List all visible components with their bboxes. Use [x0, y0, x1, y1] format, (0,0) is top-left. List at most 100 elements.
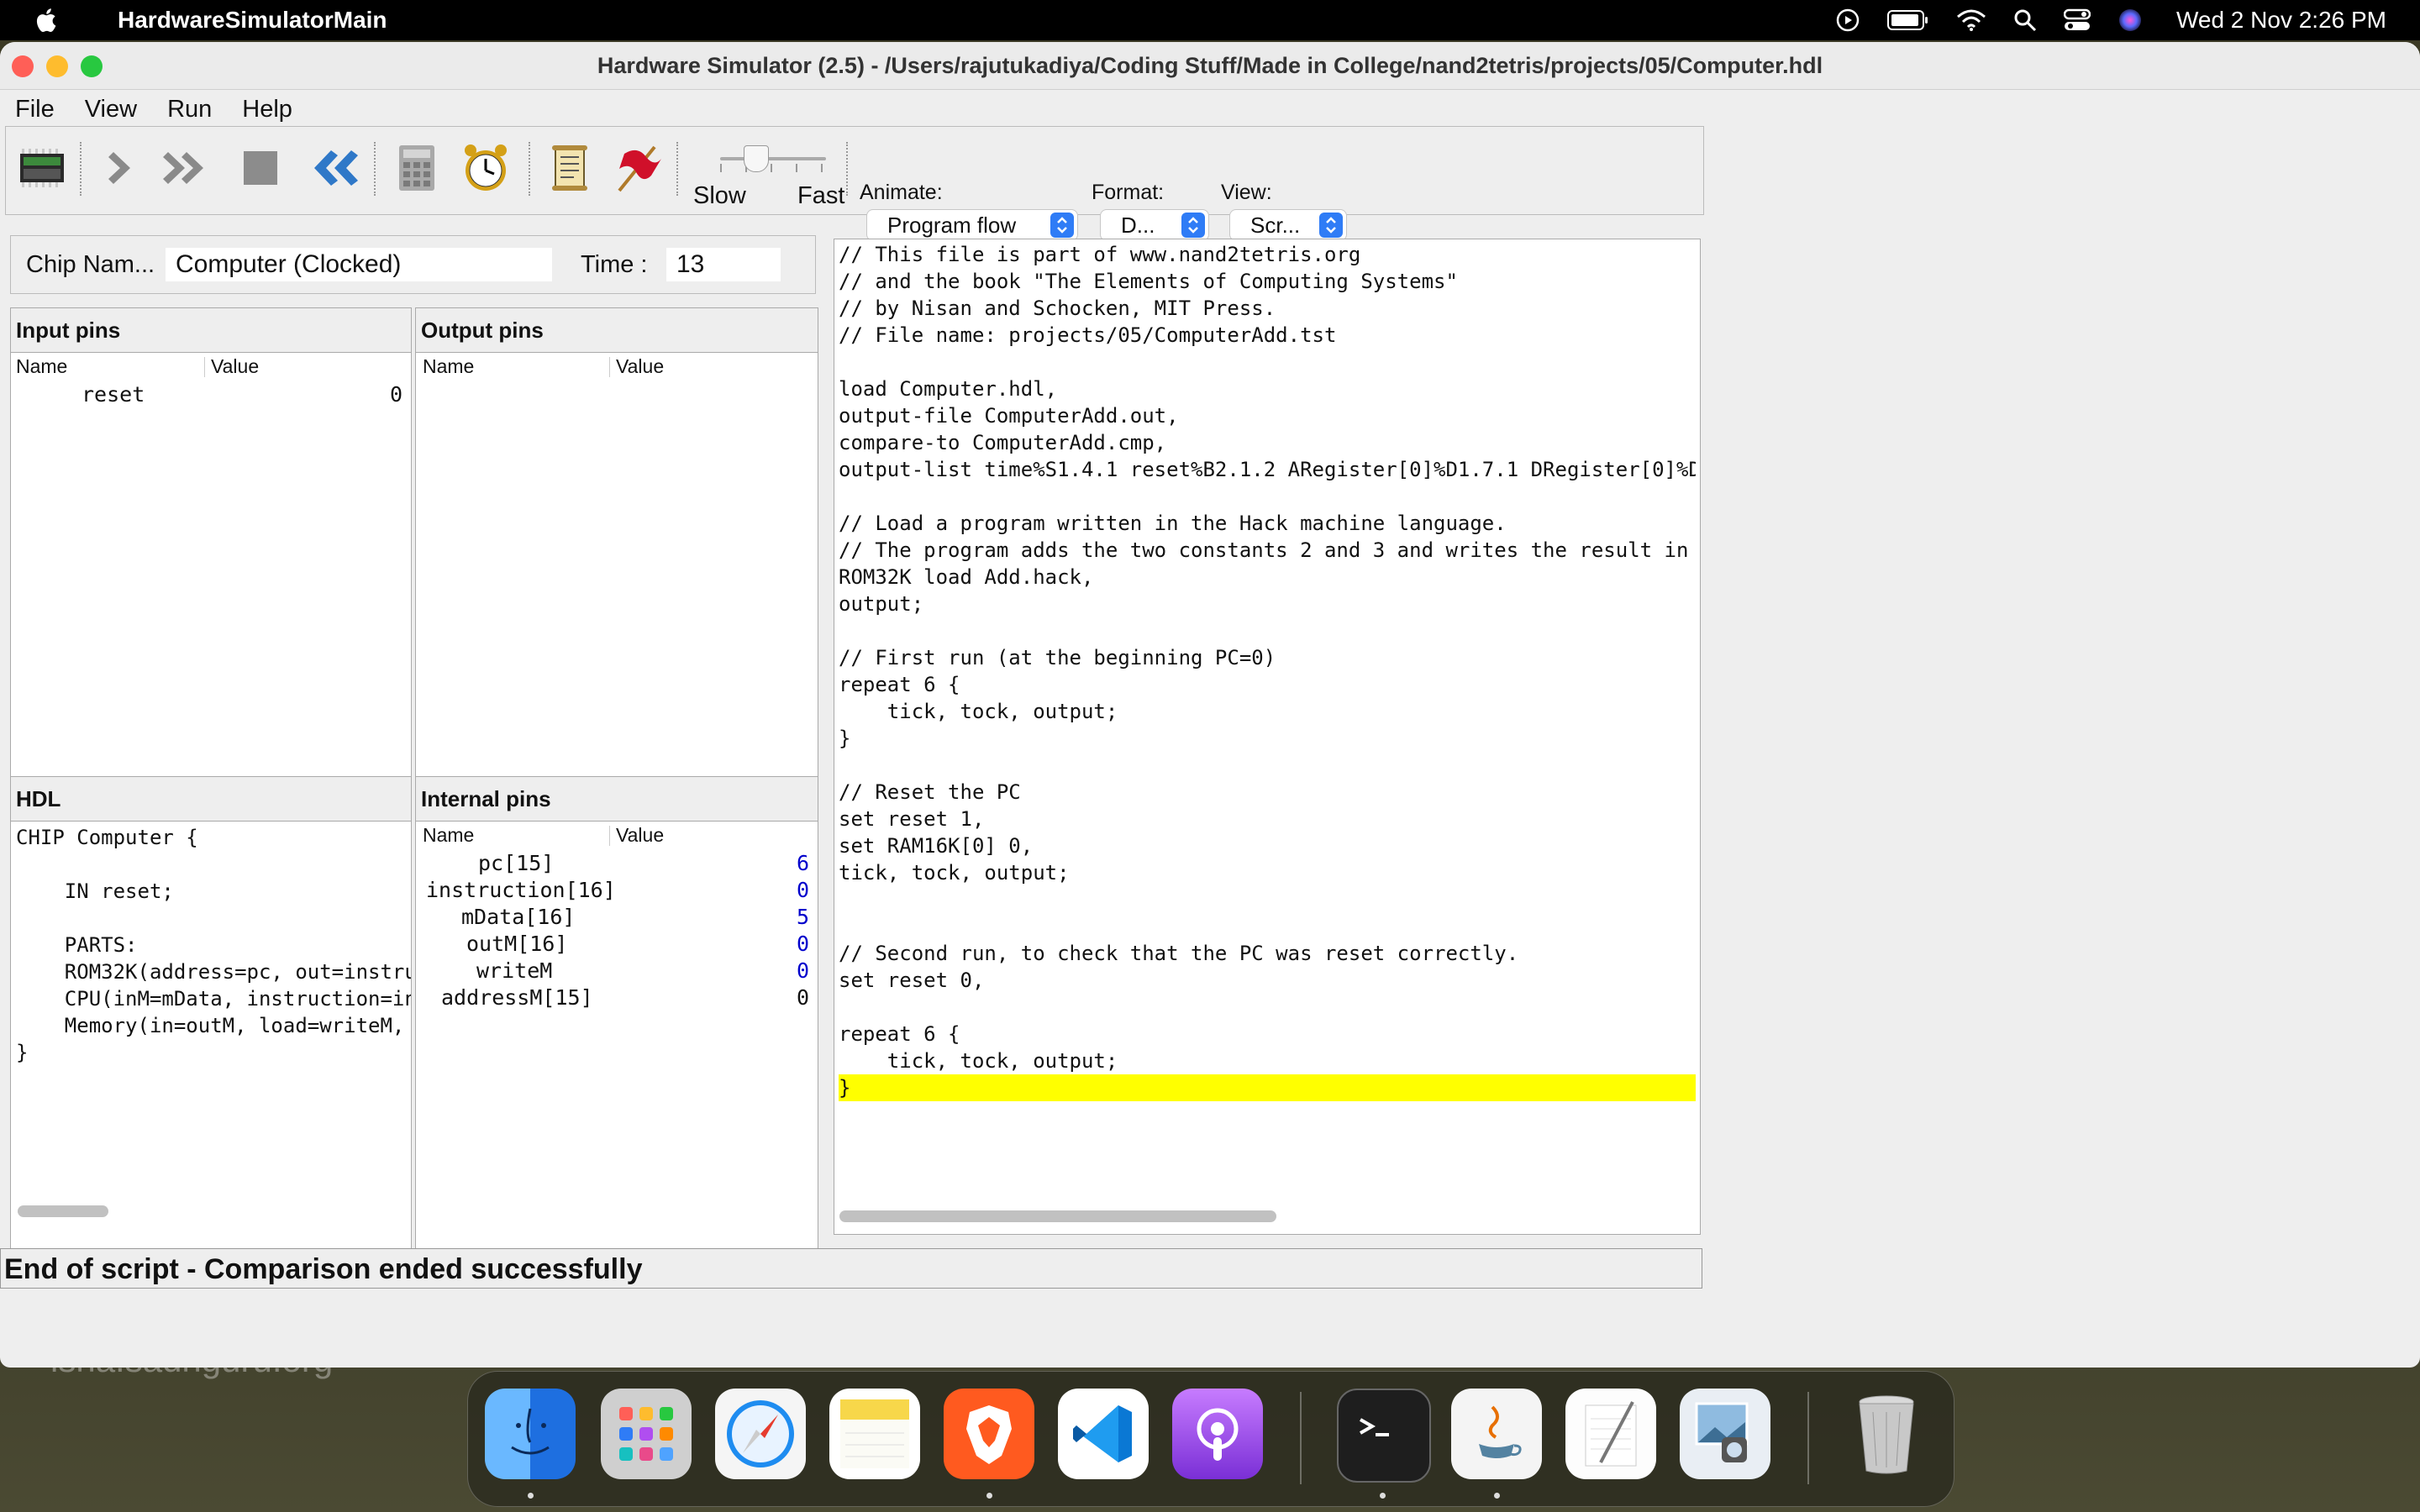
chip-name-field[interactable]: Computer (Clocked) [166, 248, 552, 281]
script-line[interactable]: load Computer.hdl, [839, 375, 1696, 402]
vscode-icon[interactable] [1058, 1389, 1149, 1479]
close-window-button[interactable] [12, 55, 34, 77]
script-line[interactable]: } [839, 725, 1696, 752]
view-select[interactable]: Scr... [1229, 209, 1347, 241]
minimize-window-button[interactable] [46, 55, 68, 77]
single-step-icon[interactable] [95, 140, 150, 196]
script-line[interactable]: output-list time%S1.4.1 reset%B2.1.2 ARe… [839, 456, 1696, 483]
script-line[interactable]: // File name: projects/05/ComputerAdd.ts… [839, 322, 1696, 349]
script-horizontal-scrollbar[interactable] [839, 1210, 1276, 1222]
input-pin-name[interactable]: reset [82, 382, 145, 407]
java-icon[interactable] [1451, 1389, 1542, 1479]
safari-icon[interactable] [715, 1389, 806, 1479]
wifi-icon[interactable] [1956, 8, 1986, 32]
script-line[interactable]: // by Nisan and Schocken, MIT Press. [839, 295, 1696, 322]
internal-pin-value[interactable]: 5 [776, 905, 809, 929]
script-line[interactable] [839, 617, 1696, 644]
column-header-name[interactable]: Name [16, 355, 67, 378]
script-line[interactable]: set reset 0, [839, 967, 1696, 994]
script-line[interactable] [839, 752, 1696, 779]
script-line[interactable]: repeat 6 { [839, 671, 1696, 698]
script-line[interactable]: tick, tock, output; [839, 698, 1696, 725]
internal-pin-value[interactable]: 6 [776, 851, 809, 875]
column-header-value[interactable]: Value [616, 355, 664, 378]
script-line[interactable]: set RAM16K[0] 0, [839, 832, 1696, 859]
test-script-panel[interactable]: // This file is part of www.nand2tetris.… [834, 239, 1701, 1235]
finder-icon[interactable] [485, 1389, 576, 1479]
internal-pin-name[interactable]: pc[15] [478, 851, 554, 875]
animate-select[interactable]: Program flow [866, 209, 1078, 241]
chevron-updown-icon[interactable] [1181, 213, 1205, 238]
window-titlebar[interactable]: Hardware Simulator (2.5) - /Users/rajutu… [0, 42, 2420, 90]
siri-icon[interactable] [2118, 8, 2143, 33]
script-line[interactable] [839, 994, 1696, 1021]
script-line-current[interactable]: } [839, 1074, 1696, 1101]
column-header-name[interactable]: Name [423, 355, 474, 378]
slider-thumb[interactable] [743, 145, 769, 172]
column-header-name[interactable]: Name [423, 824, 474, 847]
podcasts-icon[interactable] [1172, 1389, 1263, 1479]
terminal-icon[interactable] [1337, 1389, 1431, 1483]
apple-logo[interactable] [32, 5, 62, 35]
speed-slider[interactable]: Slow Fast [685, 135, 853, 211]
load-chip-icon[interactable] [14, 140, 70, 196]
script-line[interactable]: // This file is part of www.nand2tetris.… [839, 241, 1696, 268]
input-pin-value[interactable]: 0 [369, 382, 402, 407]
script-line[interactable]: set reset 1, [839, 806, 1696, 832]
time-field[interactable]: 13 [666, 248, 781, 281]
hdl-code-area[interactable]: CHIP Computer { IN reset; PARTS: ROM32K(… [11, 821, 411, 1224]
internal-pin-name[interactable]: addressM[15] [441, 985, 593, 1010]
script-line[interactable]: // The program adds the two constants 2 … [839, 537, 1696, 564]
script-line[interactable]: // Load a program written in the Hack ma… [839, 510, 1696, 537]
script-line[interactable] [839, 349, 1696, 375]
internal-pin-value[interactable]: 0 [776, 985, 809, 1010]
preview-icon[interactable] [1680, 1389, 1770, 1479]
reset-icon[interactable] [305, 140, 360, 196]
play-circle-icon[interactable] [1835, 8, 1860, 33]
menu-help[interactable]: Help [242, 96, 292, 123]
run-icon[interactable] [160, 140, 216, 196]
brave-icon[interactable] [944, 1389, 1034, 1479]
internal-pin-name[interactable]: outM[16] [466, 932, 567, 956]
battery-icon[interactable] [1886, 9, 1929, 31]
textedit-icon[interactable] [1565, 1389, 1656, 1479]
script-line[interactable]: // and the book "The Elements of Computi… [839, 268, 1696, 295]
script-line[interactable]: tick, tock, output; [839, 1047, 1696, 1074]
script-line[interactable]: repeat 6 { [839, 1021, 1696, 1047]
internal-pin-name[interactable]: mData[16] [461, 905, 575, 929]
menu-file[interactable]: File [15, 96, 55, 123]
internal-pin-name[interactable]: writeM [476, 958, 552, 983]
column-header-value[interactable]: Value [616, 824, 664, 847]
active-app-name[interactable]: HardwareSimulatorMain [118, 7, 387, 34]
menubar-clock[interactable]: Wed 2 Nov 2:26 PM [2176, 7, 2386, 34]
chevron-updown-icon[interactable] [1050, 213, 1074, 238]
eval-icon[interactable] [389, 140, 445, 196]
slider-track[interactable] [720, 157, 826, 160]
control-center-icon[interactable] [2063, 8, 2091, 32]
clock-icon[interactable] [458, 140, 513, 196]
zoom-window-button[interactable] [81, 55, 103, 77]
script-line[interactable]: output; [839, 591, 1696, 617]
script-line[interactable]: // First run (at the beginning PC=0) [839, 644, 1696, 671]
stop-icon[interactable] [233, 140, 288, 196]
launchpad-icon[interactable] [601, 1389, 692, 1479]
script-line[interactable]: output-file ComputerAdd.out, [839, 402, 1696, 429]
chevron-updown-icon[interactable] [1319, 213, 1343, 238]
trash-icon[interactable] [1841, 1389, 1932, 1479]
script-icon[interactable] [542, 140, 597, 196]
internal-pin-value[interactable]: 0 [776, 958, 809, 983]
internal-pin-value[interactable]: 0 [776, 932, 809, 956]
script-line[interactable] [839, 886, 1696, 913]
column-header-value[interactable]: Value [211, 355, 259, 378]
hdl-horizontal-scrollbar[interactable] [18, 1205, 108, 1217]
internal-pin-name[interactable]: instruction[16] [426, 878, 616, 902]
breakpoint-flag-icon[interactable] [611, 140, 666, 196]
script-line[interactable]: // Second run, to check that the PC was … [839, 940, 1696, 967]
script-line[interactable] [839, 483, 1696, 510]
script-line[interactable]: compare-to ComputerAdd.cmp, [839, 429, 1696, 456]
menu-run[interactable]: Run [167, 96, 212, 123]
notes-icon[interactable] [829, 1389, 920, 1479]
format-select[interactable]: D... [1100, 209, 1209, 241]
script-line[interactable]: // Reset the PC [839, 779, 1696, 806]
script-line[interactable]: ROM32K load Add.hack, [839, 564, 1696, 591]
